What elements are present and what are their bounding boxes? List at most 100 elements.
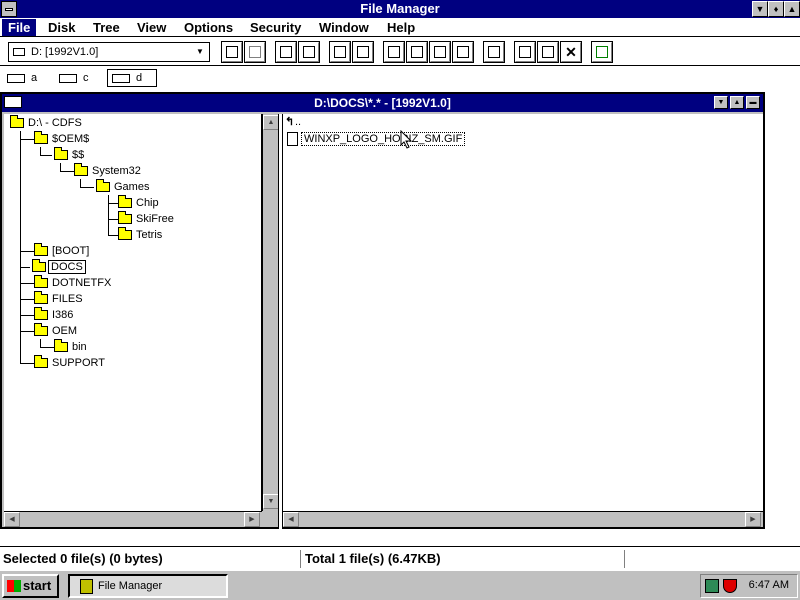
file-manager-icon (80, 579, 93, 594)
tree-item-label: Games (114, 181, 150, 193)
maximize-button[interactable]: ▲ (784, 1, 800, 17)
floppy-drive-icon (7, 74, 25, 83)
start-button[interactable]: start (2, 574, 59, 598)
scroll-left-button[interactable]: ◀ (4, 512, 20, 527)
sort-date-button[interactable] (452, 41, 474, 63)
files-horizontal-scrollbar[interactable]: ◀ ▶ (283, 511, 763, 527)
tree-item-label: Tetris (136, 229, 163, 241)
folder-icon (34, 243, 48, 256)
new-window-button[interactable] (483, 41, 505, 63)
folder-icon (34, 291, 48, 304)
menu-window[interactable]: Window (313, 19, 375, 36)
tree-line (80, 187, 94, 188)
tree-line (40, 339, 41, 347)
tree-item-label: FILES (52, 293, 83, 305)
windows-logo-icon (7, 580, 21, 592)
clock[interactable]: 6:47 AM (749, 579, 789, 591)
open-folder-icon (32, 259, 46, 272)
connect-drive-icon (226, 46, 238, 58)
tree-item-label: D:\ - CDFS (28, 117, 82, 129)
tree-line (20, 299, 34, 300)
close-icon: ✕ (565, 44, 577, 60)
directory-window[interactable]: D:\DOCS\*.* - [1992V1.0] ▼ ▲ ▬ D:\ - CDF… (0, 92, 765, 529)
menu-tree[interactable]: Tree (87, 19, 126, 36)
folder-icon (118, 211, 132, 224)
folder-icon (54, 147, 68, 160)
tree-line (40, 347, 54, 348)
menu-disk[interactable]: Disk (42, 19, 81, 36)
list-view-button[interactable] (352, 41, 374, 63)
menu-file[interactable]: File (2, 19, 37, 36)
window-title: File Manager (360, 1, 440, 16)
properties-icon (596, 46, 608, 58)
drive-d[interactable]: d (107, 69, 157, 87)
disconnect-drive-button[interactable] (244, 41, 266, 63)
connect-drive-button[interactable] (221, 41, 243, 63)
share-as-button[interactable] (275, 41, 297, 63)
tree-horizontal-scrollbar[interactable]: ◀ ▶ (4, 511, 262, 527)
scroll-up-button[interactable]: ▲ (263, 115, 279, 130)
tree-item-label: bin (72, 341, 87, 353)
minimize-button[interactable]: ▼ (752, 1, 768, 17)
directory-window-title-bar[interactable]: D:\DOCS\*.* - [1992V1.0] ▼ ▲ ▬ (2, 94, 763, 112)
taskbar: start File Manager 6:47 AM (0, 570, 800, 600)
tree-item-label: OEM (52, 325, 78, 337)
tree-line (20, 331, 34, 332)
sort-size-button[interactable] (429, 41, 451, 63)
large-icons-button[interactable] (329, 41, 351, 63)
maximize-button[interactable]: ▲ (730, 96, 744, 109)
sort-type-button[interactable] (406, 41, 428, 63)
tree-line (20, 267, 30, 268)
network-icon[interactable] (705, 579, 719, 593)
scroll-down-button[interactable]: ▼ (263, 494, 279, 509)
menu-options[interactable]: Options (178, 19, 239, 36)
share-icon (280, 46, 292, 58)
scroll-right-button[interactable]: ▶ (244, 512, 260, 527)
menu-security[interactable]: Security (244, 19, 307, 36)
cd-drive-icon (112, 74, 130, 83)
scroll-left-button[interactable]: ◀ (283, 512, 299, 527)
folder-icon (118, 227, 132, 240)
tree-line (20, 139, 34, 140)
menu-bar: File Disk Tree View Options Security Win… (0, 18, 800, 37)
title-bar[interactable]: File Manager ▼ ♦ ▲ (0, 0, 800, 18)
sort-name-icon (388, 46, 400, 58)
status-total: Total 1 file(s) (6.47KB) (305, 551, 441, 566)
copy-icon (519, 46, 531, 58)
minimize-button[interactable]: ▼ (714, 96, 728, 109)
menu-help[interactable]: Help (381, 19, 421, 36)
drive-c[interactable]: c (54, 69, 98, 87)
taskbar-button-label: File Manager (98, 580, 163, 592)
menu-view[interactable]: View (131, 19, 172, 36)
file-icon (287, 132, 298, 146)
restore-button[interactable]: ♦ (768, 1, 784, 17)
file-list[interactable]: ↰ .. WINXP_LOGO_HORIZ_SM.GIF (283, 114, 763, 511)
stop-sharing-button[interactable] (298, 41, 320, 63)
drive-a[interactable]: a (2, 69, 44, 87)
properties-button[interactable] (591, 41, 613, 63)
tree-vertical-scrollbar[interactable]: ▲ ▼ (262, 114, 279, 511)
taskbar-button-file-manager[interactable]: File Manager (68, 574, 228, 598)
tree-line (80, 179, 81, 187)
drive-select[interactable]: D: [1992V1.0] ▼ (8, 42, 210, 62)
drive-bar: a c d (0, 67, 800, 89)
tree-line (108, 195, 109, 235)
tree-item-label: SkiFree (136, 213, 174, 225)
shield-icon[interactable] (723, 579, 737, 593)
directory-window-title: D:\DOCS\*.* - [1992V1.0] (314, 96, 451, 110)
directory-tree[interactable]: D:\ - CDFS $OEM$ $$ System32 Games Chip … (4, 114, 262, 511)
tree-line (108, 219, 118, 220)
start-label: start (23, 578, 52, 593)
folder-icon (96, 179, 110, 192)
delete-button[interactable]: ✕ (560, 41, 582, 63)
scroll-right-button[interactable]: ▶ (745, 512, 761, 527)
sort-name-button[interactable] (383, 41, 405, 63)
chevron-down-icon[interactable]: ▼ (193, 44, 207, 60)
mouse-cursor-icon (400, 130, 413, 149)
paste-button[interactable] (537, 41, 559, 63)
tree-line (20, 315, 34, 316)
tree-item-label: Chip (136, 197, 159, 209)
copy-button[interactable] (514, 41, 536, 63)
folder-icon (74, 163, 88, 176)
restore-button[interactable]: ▬ (746, 96, 760, 109)
